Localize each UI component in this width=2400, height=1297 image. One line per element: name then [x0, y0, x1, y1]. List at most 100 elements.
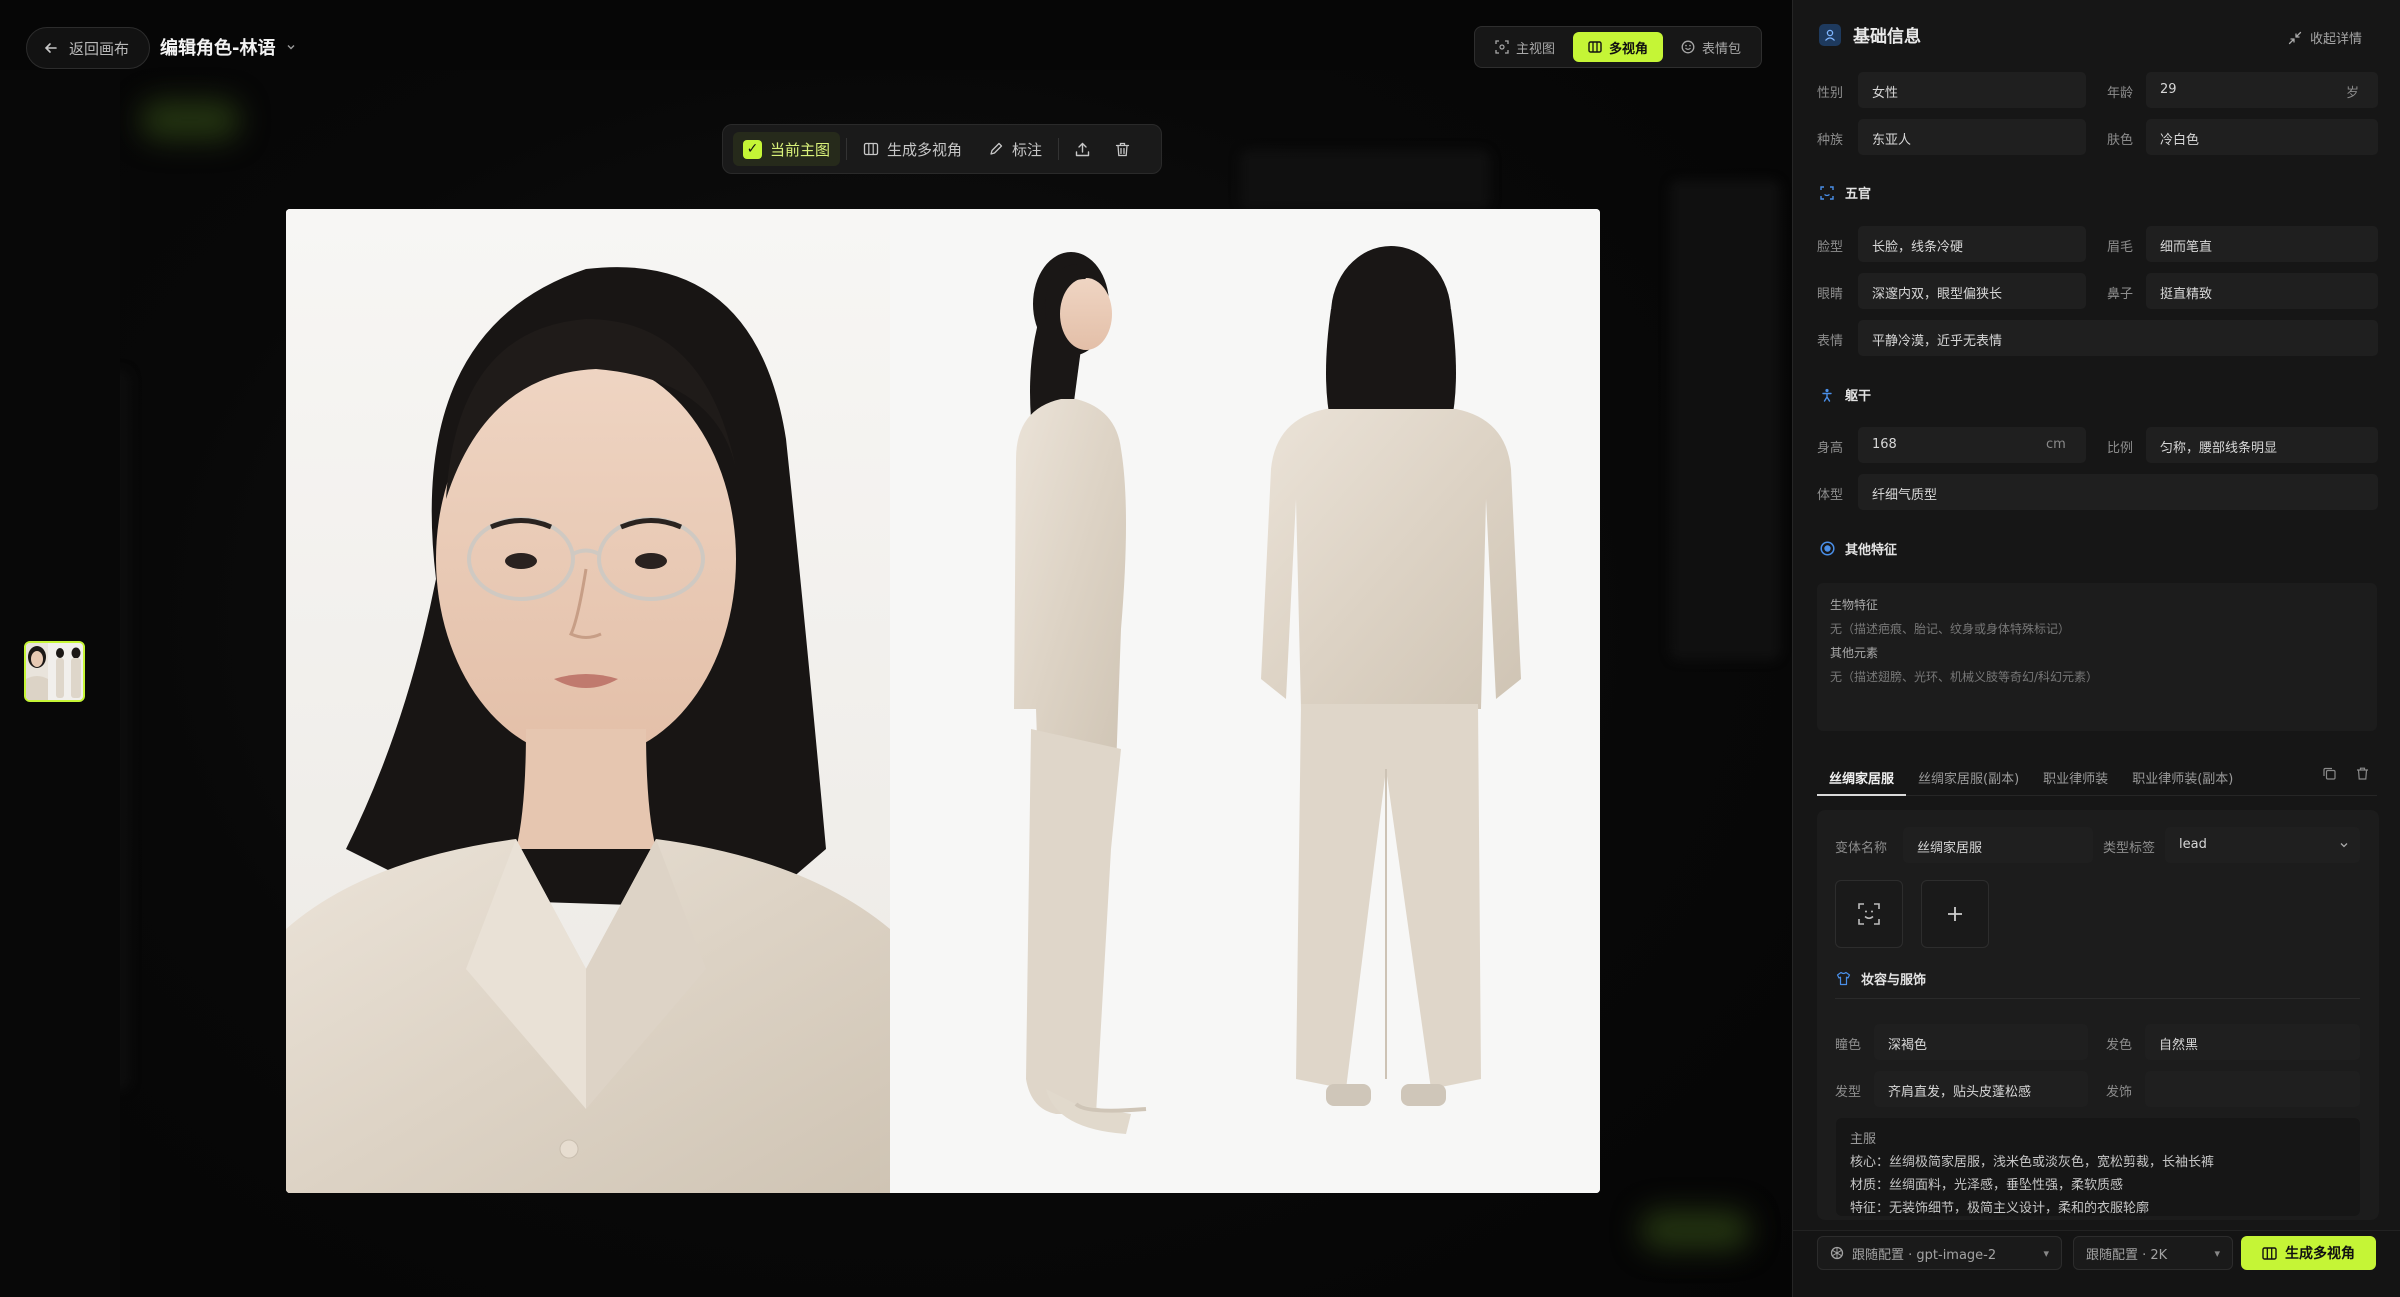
chevron-down-icon — [2340, 843, 2348, 848]
tab-variant-4[interactable]: 职业律师装(副本) — [2120, 760, 2245, 796]
outfit-feature: 特征：无装饰细节，极简主义设计，柔和的衣服轮廓 — [1850, 1201, 2150, 1216]
export-button[interactable] — [1065, 132, 1099, 166]
pencil-icon — [990, 142, 1003, 155]
tab-variant-2[interactable]: 丝绸家居服(副本) — [1906, 760, 2031, 796]
ratio-field[interactable]: 匀称，腰部线条明显 — [2146, 427, 2378, 463]
ratio-label: 比例 — [2107, 441, 2134, 456]
section-body: 躯干 — [1819, 385, 1871, 404]
age-field[interactable]: 29 — [2146, 72, 2378, 108]
expression-label: 表情 — [1817, 334, 1844, 349]
tab-sticker-pack[interactable]: 表情包 — [1666, 32, 1756, 62]
copy-icon[interactable] — [2322, 766, 2337, 781]
skin-label: 肤色 — [2107, 133, 2134, 148]
collapse-details-label: 收起详情 — [2309, 32, 2362, 47]
hair-accessory-field[interactable] — [2145, 1071, 2360, 1107]
collapse-details-button[interactable]: 收起详情 — [2288, 28, 2362, 47]
generate-multiview-toolbar-button[interactable]: 生成多视角 — [853, 132, 972, 166]
pupil-field[interactable]: 深褐色 — [1874, 1024, 2088, 1060]
type-tag-value: lead — [2179, 837, 2207, 852]
row-eyes-nose: 眼睛 深邃内双，眼型偏狭长 鼻子 挺直精致 — [1793, 273, 2400, 309]
annotate-button[interactable]: 标注 — [978, 132, 1052, 166]
resolution-select[interactable]: 跟随配置 · 2K ▾ — [2073, 1236, 2233, 1270]
columns-icon — [2262, 1246, 2277, 1260]
blurred-shape — [1670, 180, 1780, 660]
ethnicity-field[interactable]: 东亚人 — [1858, 119, 2086, 155]
brow-field[interactable]: 细而笔直 — [2146, 226, 2378, 262]
section-other: 其他特征 — [1819, 539, 1897, 558]
trash-icon[interactable] — [2355, 766, 2370, 781]
arrow-left-icon — [44, 43, 57, 53]
back-to-canvas-button[interactable]: 返回画布 — [26, 27, 151, 69]
model-select-value: 跟随配置 · gpt-image-2 — [1852, 1247, 1997, 1263]
top-bar: 返回画布 编辑角色-林语 主视图 多视角 表情包 — [0, 0, 1790, 94]
row-expression: 表情 平静冷漠，近乎无表情 — [1793, 320, 2400, 356]
annotate-label: 标注 — [1012, 140, 1043, 159]
generate-multiview-label: 生成多视角 — [2285, 1246, 2355, 1262]
extra-elements-label: 其他元素 — [1830, 646, 1879, 660]
thumbnail-main[interactable] — [24, 641, 85, 702]
skin-field[interactable]: 冷白色 — [2146, 119, 2378, 155]
shirt-icon — [1835, 971, 1851, 987]
section-makeup-outfit: 妆容与服饰 — [1835, 969, 1926, 988]
character-sheet-image[interactable] — [286, 209, 1600, 1193]
eyes-label: 眼睛 — [1817, 287, 1844, 302]
hair-accessory-label: 发饰 — [2106, 1085, 2133, 1100]
bio-features-label: 生物特征 — [1830, 598, 1879, 612]
variant-tabs: 丝绸家居服 丝绸家居服(副本) 职业律师装 职业律师装(副本) — [1817, 760, 2377, 796]
outfit-material: 材质：丝绸面料，光泽感，垂坠性强，柔软质感 — [1850, 1178, 2124, 1193]
upload-icon — [1075, 142, 1089, 156]
collapse-arrows-icon — [2288, 31, 2302, 44]
tab-variant-1[interactable]: 丝绸家居服 — [1817, 760, 1907, 796]
plus-icon — [1948, 907, 1962, 921]
character-title-dropdown[interactable]: 编辑角色-林语 — [160, 34, 297, 60]
delete-image-button[interactable] — [1105, 132, 1139, 166]
smile-icon — [1681, 40, 1695, 54]
generate-multiview-button[interactable]: 生成多视角 — [2241, 1236, 2376, 1270]
variant-name-field[interactable]: 丝绸家居服 — [1903, 827, 2093, 863]
ethnicity-label: 种族 — [1817, 133, 1844, 148]
tab-main-view[interactable]: 主视图 — [1480, 32, 1570, 62]
hairstyle-field[interactable]: 齐肩直发，贴头皮蓬松感 — [1874, 1071, 2088, 1107]
toolbar-divider — [846, 138, 848, 160]
row-face-brow: 脸型 长脸，线条冷硬 眉毛 细而笔直 — [1793, 226, 2400, 262]
character-detail-panel: 基础信息 收起详情 性别 女性 年龄 29 岁 种族 东亚人 肤色 冷白色 五官… — [1792, 0, 2400, 1297]
height-label: 身高 — [1817, 441, 1844, 456]
face-field[interactable]: 长脸，线条冷硬 — [1858, 226, 2086, 262]
character-sheet-illustration — [286, 209, 1600, 1193]
person-icon — [1819, 387, 1835, 403]
tab-variant-3[interactable]: 职业律师装 — [2031, 760, 2120, 796]
add-reference-image-button[interactable] — [1921, 880, 1989, 948]
main-outfit-label: 主服 — [1850, 1132, 1877, 1147]
trash-icon — [1115, 142, 1129, 156]
hair-color-field[interactable]: 自然黑 — [2145, 1024, 2360, 1060]
type-tag-label: 类型标签 — [2103, 841, 2156, 856]
model-select[interactable]: 跟随配置 · gpt-image-2 ▾ — [1817, 1236, 2062, 1270]
type-tag-select[interactable]: lead — [2165, 827, 2360, 863]
blurred-shape — [1640, 1210, 1750, 1250]
age-label: 年龄 — [2107, 86, 2134, 101]
row-build: 体型 纤细气质型 — [1793, 474, 2400, 510]
eyes-field[interactable]: 深邃内双，眼型偏狭长 — [1858, 273, 2086, 309]
focus-icon — [1495, 40, 1509, 54]
expression-field[interactable]: 平静冷漠，近乎无表情 — [1858, 320, 2378, 356]
variant-tab-actions — [2322, 766, 2370, 781]
tab-multi-view-label: 多视角 — [1609, 41, 1649, 57]
face-scan-icon — [1819, 185, 1835, 201]
gender-field[interactable]: 女性 — [1858, 72, 2086, 108]
tab-multi-view[interactable]: 多视角 — [1573, 32, 1664, 62]
nose-field[interactable]: 挺直精致 — [2146, 273, 2378, 309]
main-outfit-field[interactable]: 主服 核心：丝绸极简家居服，浅米色或淡灰色，宽松剪裁，长袖长裤 材质：丝绸面料，… — [1836, 1118, 2360, 1216]
user-icon — [1819, 23, 1841, 46]
variant-name-label: 变体名称 — [1835, 841, 1888, 856]
face-reference-button[interactable] — [1835, 880, 1903, 948]
section-features-title: 五官 — [1845, 187, 1872, 202]
generate-multiview-toolbar-label: 生成多视角 — [887, 140, 963, 159]
build-field[interactable]: 纤细气质型 — [1858, 474, 2378, 510]
chevron-down-icon: ▾ — [2043, 1246, 2049, 1260]
divider — [1835, 998, 2360, 999]
face-scan-icon — [1858, 903, 1880, 925]
current-main-image-button[interactable]: ✓ 当前主图 — [733, 132, 841, 166]
row-hairstyle-accessory: 发型 齐肩直发，贴头皮蓬松感 发饰 — [1793, 1071, 2400, 1107]
other-features-box[interactable]: 生物特征 无（描述疤痕、胎记、纹身或身体特殊标记） 其他元素 无（描述翅膀、光环… — [1817, 583, 2377, 731]
back-to-canvas-label: 返回画布 — [69, 39, 130, 58]
